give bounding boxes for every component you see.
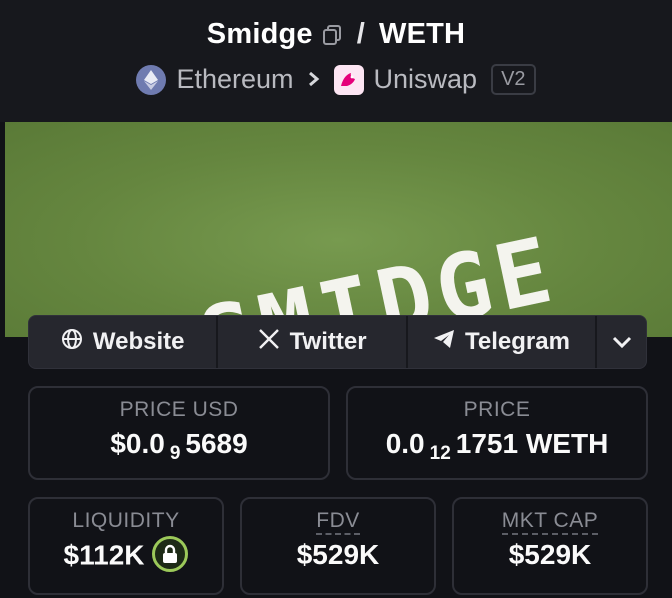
price-usd-card: PRICE USD $0.0 9 5689 [28, 386, 330, 480]
chevron-down-icon [611, 328, 633, 356]
dex-link[interactable]: Uniswap [374, 64, 478, 95]
fdv-value: $529K [296, 539, 380, 570]
price-usd-value: $0.0 9 5689 [30, 428, 328, 464]
fdv-label[interactable]: FDV [316, 509, 360, 535]
fdv-label-wrap: FDV [242, 509, 434, 535]
fdv-card: FDV $529K [240, 497, 436, 595]
social-links-bar: Website Twitter Telegram [28, 315, 647, 369]
globe-icon [61, 328, 83, 357]
mcap-card: MKT CAP $529K [452, 497, 648, 595]
liquidity-row: $112K [30, 536, 222, 575]
price-usd-label: PRICE USD [119, 398, 239, 421]
price-digits: 1751 [455, 428, 519, 459]
x-icon [258, 328, 280, 356]
liquidity-value: $112K [63, 539, 145, 571]
telegram-button[interactable]: Telegram [408, 316, 598, 368]
version-badge: V2 [491, 64, 536, 95]
price-zero-count: 12 [429, 443, 451, 464]
price-value: 0.0 12 1751 WETH [348, 428, 646, 464]
price-usd-prefix: $0.0 [110, 428, 165, 459]
uniswap-icon [333, 64, 364, 95]
liquidity-card: LIQUIDITY $112K [28, 497, 224, 595]
ethereum-icon [136, 64, 167, 95]
website-button[interactable]: Website [29, 316, 219, 368]
chevron-right-icon [308, 66, 320, 94]
price-label: PRICE [463, 398, 531, 421]
pair-breadcrumb: Ethereum Uniswap V2 [0, 64, 672, 95]
price-unit: WETH [525, 428, 609, 459]
chain-link[interactable]: Ethereum [176, 64, 293, 95]
mcap-label[interactable]: MKT CAP [501, 509, 599, 535]
price-prefix: 0.0 [385, 428, 425, 459]
price-usd-digits: 5689 [185, 428, 248, 459]
twitter-label: Twitter [289, 328, 367, 355]
lock-icon[interactable] [152, 536, 189, 572]
twitter-button[interactable]: Twitter [218, 316, 408, 368]
pair-header: Smidge / WETH Ethereum Uniswap V2 [0, 0, 672, 122]
quote-token: WETH [379, 18, 466, 50]
token-banner: SMIDGE [5, 122, 672, 337]
website-label: Website [92, 328, 185, 355]
more-links-button[interactable] [597, 316, 646, 368]
telegram-icon [433, 328, 455, 356]
mcap-value: $529K [508, 539, 592, 570]
copy-icon[interactable] [321, 24, 343, 46]
price-usd-zero-count: 9 [169, 443, 181, 464]
telegram-label: Telegram [465, 328, 570, 355]
price-card: PRICE 0.0 12 1751 WETH [346, 386, 648, 480]
pair-separator: / [356, 18, 366, 50]
mcap-label-wrap: MKT CAP [454, 509, 646, 535]
token-name: Smidge [206, 18, 313, 50]
pair-title: Smidge / WETH [0, 18, 672, 51]
liquidity-label: LIQUIDITY [72, 509, 180, 532]
